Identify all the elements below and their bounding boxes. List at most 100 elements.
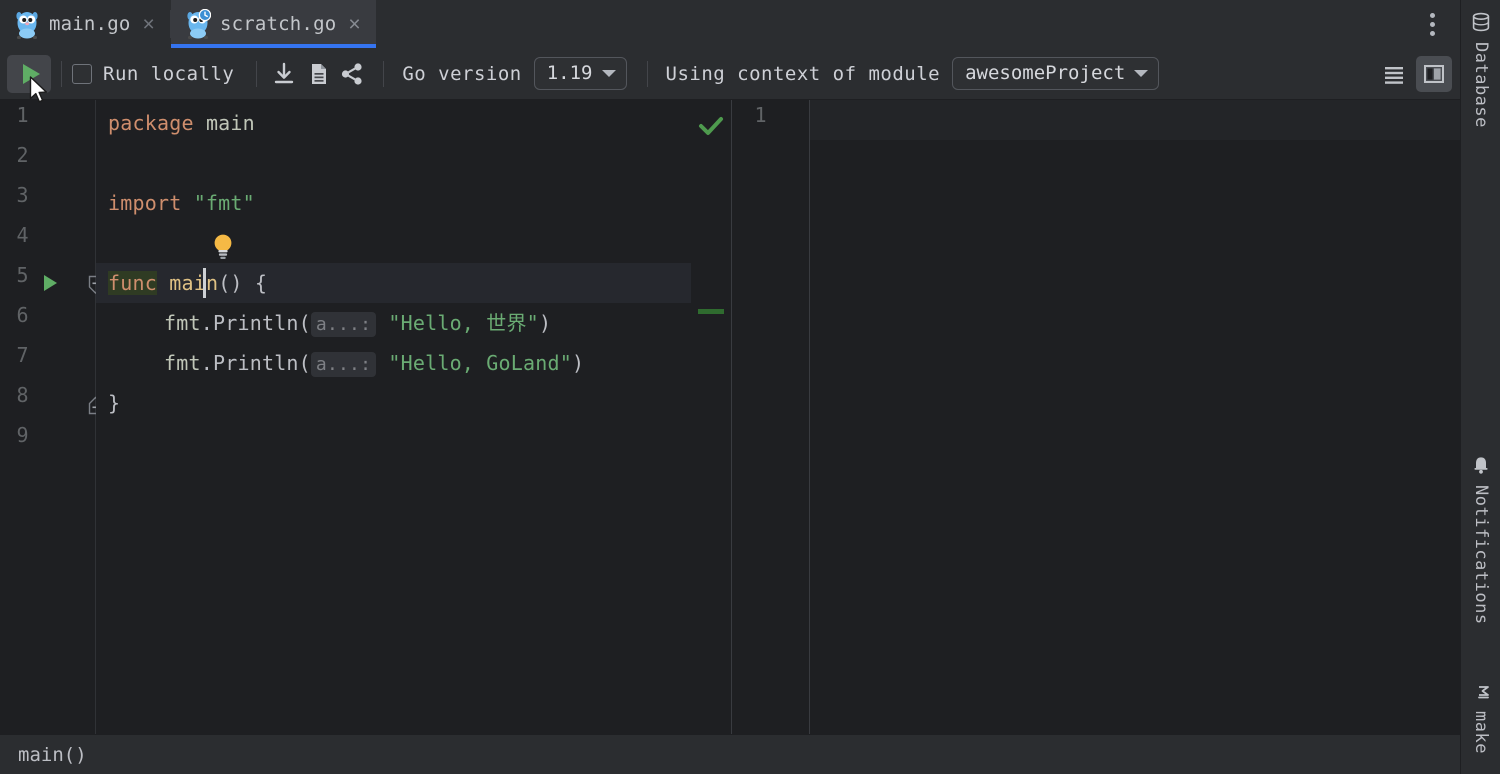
code-token: "Hello, 世界" <box>388 311 539 335</box>
editor-gutter-left[interactable]: 1 2 3 4 5 6 7 8 9 <box>0 100 96 734</box>
sidebar-item-notifications[interactable]: Notifications <box>1461 455 1500 625</box>
code-line-1: package main <box>108 103 255 143</box>
toolbar-right-group <box>1376 56 1460 92</box>
text-caret <box>203 268 206 298</box>
chevron-down-icon <box>602 70 616 77</box>
code-token: "Hello, GoLand" <box>388 351 572 375</box>
go-version-value: 1.19 <box>547 62 593 84</box>
code-token: import <box>108 191 194 215</box>
sidebar-item-label: Notifications <box>1471 485 1491 625</box>
make-icon <box>1470 685 1492 703</box>
editor-tab-bar: main.go × <box>0 0 1460 48</box>
scratch-toolbar: Run locally <box>0 48 1460 100</box>
split-view-icon[interactable] <box>1416 56 1452 92</box>
editor-pane-left: 1 2 3 4 5 6 7 8 9 <box>0 100 731 734</box>
editor-tab-label: scratch.go <box>220 13 336 35</box>
editor-pane-right: 1 <box>732 100 1460 734</box>
code-token: Println <box>213 311 299 335</box>
go-version-label: Go version <box>402 63 521 85</box>
code-token: fmt <box>164 351 201 375</box>
line-number: 8 <box>0 383 29 407</box>
code-line-8: } <box>108 383 120 423</box>
code-token: } <box>108 391 120 415</box>
code-token <box>376 311 388 335</box>
code-token: Println <box>213 351 299 375</box>
line-number: 9 <box>0 423 29 447</box>
code-text-area-left[interactable]: package main import "fmt" func main() { <box>96 100 691 734</box>
code-token: main <box>169 271 218 295</box>
parameter-hint[interactable]: a...: <box>311 312 376 337</box>
share-icon[interactable] <box>335 57 369 91</box>
editor-area: 1 2 3 4 5 6 7 8 9 <box>0 100 1460 734</box>
breadcrumb[interactable]: main() <box>0 734 1460 774</box>
code-token: "fmt" <box>194 191 255 215</box>
sidebar-item-database[interactable]: Database <box>1461 12 1500 128</box>
sidebar-item-label: Database <box>1471 42 1491 128</box>
caret-line-highlight <box>810 100 1460 140</box>
sidebar-item-label: make <box>1471 711 1491 754</box>
intention-bulb-icon[interactable] <box>212 233 234 259</box>
code-line-6: fmt.Println(a...: "Hello, 世界") <box>164 303 551 345</box>
chevron-down-icon <box>1134 70 1148 77</box>
code-token: ( <box>299 311 311 335</box>
inspection-ok-icon[interactable] <box>697 114 725 142</box>
code-text-area-right[interactable] <box>810 100 1460 734</box>
database-icon <box>1471 12 1491 36</box>
parameter-hint[interactable]: a...: <box>311 352 376 377</box>
sidebar-item-make[interactable]: make <box>1461 683 1500 754</box>
go-gopher-scratch-icon <box>185 9 211 39</box>
code-line-5: func main() { <box>108 263 267 303</box>
download-icon[interactable] <box>267 57 301 91</box>
code-token: . <box>201 351 213 375</box>
toolbar-divider <box>256 61 257 87</box>
line-number: 1 <box>0 103 29 127</box>
code-token-selected: func <box>108 271 157 295</box>
close-icon[interactable]: × <box>345 12 363 37</box>
toolbar-divider <box>61 61 62 87</box>
code-token: main <box>206 111 255 135</box>
code-token: ) <box>572 351 584 375</box>
editor-tab-scratch-go[interactable]: scratch.go × <box>171 0 376 48</box>
module-context-value: awesomeProject <box>965 62 1125 84</box>
bell-icon <box>1471 455 1491 479</box>
play-icon <box>23 64 40 84</box>
editor-marker-rail-left[interactable] <box>691 100 731 734</box>
gutter-run-icon[interactable] <box>44 275 57 291</box>
run-scratch-button[interactable] <box>7 55 51 93</box>
go-gopher-icon <box>14 9 40 39</box>
line-number: 7 <box>0 343 29 367</box>
go-version-dropdown[interactable]: 1.19 <box>534 57 627 90</box>
line-number: 6 <box>0 303 29 327</box>
code-token: fmt <box>164 311 201 335</box>
code-line-7: fmt.Println(a...: "Hello, GoLand") <box>164 343 584 385</box>
run-locally-checkbox[interactable] <box>72 64 92 84</box>
code-token: package <box>108 111 206 135</box>
goland-window: main.go × <box>0 0 1500 774</box>
line-number: 3 <box>0 183 29 207</box>
run-locally-label: Run locally <box>103 63 234 85</box>
code-token: . <box>201 311 213 335</box>
toolbar-divider <box>647 61 648 87</box>
module-context-label: Using context of module <box>666 63 941 85</box>
toolbar-divider <box>383 61 384 87</box>
line-number: 1 <box>727 103 767 127</box>
code-token <box>157 271 169 295</box>
list-view-icon[interactable] <box>1376 56 1412 92</box>
editor-tab-main-go[interactable]: main.go × <box>0 0 170 48</box>
code-line-3: import "fmt" <box>108 183 255 223</box>
right-tool-sidebar: Database Notifications make <box>1460 0 1500 774</box>
line-number: 4 <box>0 223 29 247</box>
code-token: ) <box>539 311 551 335</box>
editor-tab-label: main.go <box>49 13 130 35</box>
line-number: 2 <box>0 143 29 167</box>
code-token <box>376 351 388 375</box>
code-token: () { <box>218 271 267 295</box>
more-options-icon[interactable] <box>1418 0 1446 48</box>
vcs-change-marker[interactable] <box>698 309 724 314</box>
module-context-dropdown[interactable]: awesomeProject <box>952 57 1159 90</box>
editor-gutter-right[interactable]: 1 <box>732 100 810 734</box>
copy-document-icon[interactable] <box>301 57 335 91</box>
line-number: 5 <box>0 263 29 287</box>
breadcrumb-path: main() <box>18 744 87 766</box>
close-icon[interactable]: × <box>139 12 157 37</box>
